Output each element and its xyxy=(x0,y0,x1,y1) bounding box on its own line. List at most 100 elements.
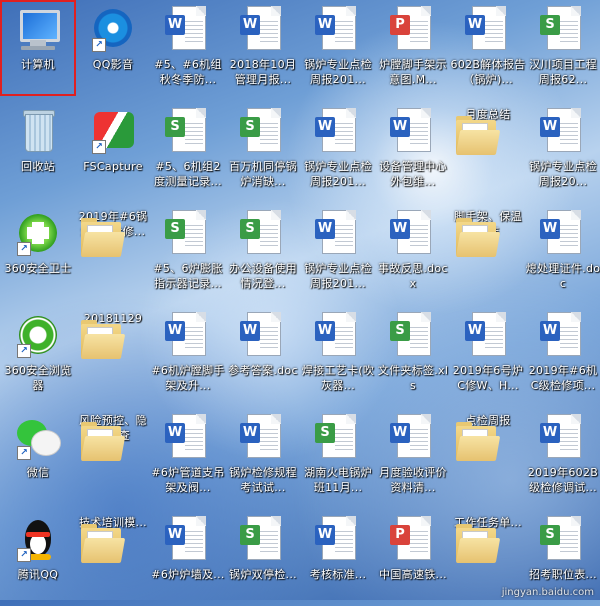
desktop-icon-qq-video[interactable]: ↗ QQ影音 xyxy=(75,0,151,96)
icon-glyph: W xyxy=(540,210,586,256)
icon-glyph: P xyxy=(390,6,436,52)
desktop-icon-folder[interactable]: 风险预控、隐患排查 xyxy=(75,408,151,504)
desktop: 计算机 ↗ QQ影音 W #5、#6机组秋冬季防... W 2018年10月管理月报... W… xyxy=(0,0,600,600)
icon-glyph xyxy=(78,420,126,461)
desktop-icon-document[interactable]: S 汉川项目工程周报62... xyxy=(525,0,600,96)
desktop-icon-document[interactable]: W 2019年#6机C级检修项... xyxy=(525,306,600,402)
desktop-icon-folder[interactable]: 月度总结 xyxy=(450,102,526,198)
desktop-icon-label: 办公设备使用情况登... xyxy=(229,262,297,290)
desktop-icon-document[interactable]: W #5、#6机组秋冬季防... xyxy=(150,0,226,96)
desktop-icon-document[interactable]: W #6炉管道支吊架及阀... xyxy=(150,408,226,504)
desktop-icon-ie[interactable]: ↗ 360安全浏览器 xyxy=(0,306,76,402)
icon-glyph xyxy=(453,114,501,155)
desktop-icon-label: 回收站 xyxy=(21,160,55,173)
desktop-icon-label: 2018年10月管理月报... xyxy=(229,58,297,86)
desktop-icon-document[interactable]: W 锅炉专业点检周报20... xyxy=(525,102,600,198)
desktop-icon-document[interactable]: P 中国高速铁... xyxy=(375,510,451,606)
desktop-icon-label: 参考答案.doc xyxy=(228,364,298,377)
desktop-icon-label: 微信 xyxy=(26,466,50,479)
desktop-icon-document[interactable]: W 2019年602B级检修调试... xyxy=(525,408,600,504)
desktop-icon-s360[interactable]: ↗ 360安全卫士 xyxy=(0,204,76,300)
desktop-icon-document[interactable]: W 锅炉专业点检周报201... xyxy=(300,0,376,96)
file-type-badge: S xyxy=(540,15,560,35)
desktop-icon-document[interactable]: S 湖南火电锅炉班11月... xyxy=(300,408,376,504)
file-type-badge: S xyxy=(540,525,560,545)
file-type-badge: W xyxy=(465,15,485,35)
icon-glyph: W xyxy=(165,6,211,52)
desktop-icon-document[interactable]: S #5、6机组2度测量记录... xyxy=(150,102,226,198)
icon-glyph: S xyxy=(540,6,586,52)
desktop-icon-folder[interactable]: 点检周报 xyxy=(450,408,526,504)
file-type-badge: W xyxy=(465,321,485,341)
folder-icon xyxy=(455,422,501,461)
icon-glyph: W xyxy=(165,312,211,358)
desktop-icon-qq[interactable]: ↗ 腾讯QQ xyxy=(0,510,76,606)
desktop-icon-document[interactable]: W #6炉炉墙及... xyxy=(150,510,226,606)
desktop-icon-document[interactable]: W 焊接工艺卡(吹灰器... xyxy=(300,306,376,402)
desktop-icon-folder[interactable]: 2019年#6锅炉C级检修... xyxy=(75,204,151,300)
desktop-icon-label: 锅炉双停检... xyxy=(229,568,297,581)
desktop-icon-document[interactable]: W 锅炉专业点检周报201... xyxy=(300,204,376,300)
desktop-icon-label: #5、#6机组秋冬季防... xyxy=(154,58,222,86)
desktop-icon-folder[interactable]: 脚手架、保温工作 xyxy=(450,204,526,300)
desktop-icon-document[interactable]: W 熄处理证件.doc xyxy=(525,204,600,300)
file-type-badge: P xyxy=(390,15,410,35)
file-type-badge: W xyxy=(390,117,410,137)
icon-glyph: W xyxy=(315,6,361,52)
file-type-badge: W xyxy=(540,423,560,443)
desktop-icon-document[interactable]: W 事故反思.docx xyxy=(375,204,451,300)
desktop-icon-document[interactable]: W 参考答案.doc xyxy=(225,306,301,402)
desktop-icon-label: 考核标准... xyxy=(309,568,367,581)
icon-glyph: W xyxy=(540,414,586,460)
icon-glyph: P xyxy=(390,516,436,562)
icon-glyph: W xyxy=(315,210,361,256)
desktop-icon-document[interactable]: S #5、6炉膨胀指示器记录... xyxy=(150,204,226,300)
file-type-badge: W xyxy=(390,219,410,239)
desktop-icon-document[interactable]: S 文件夹标签.xls xyxy=(375,306,451,402)
desktop-icon-document[interactable]: W 设备管理中心外包维... xyxy=(375,102,451,198)
desktop-icon-label: 锅炉专业点检周报201... xyxy=(304,262,372,290)
icon-glyph: W xyxy=(465,6,511,52)
desktop-icon-label: 招考职位表... xyxy=(529,568,597,581)
folder-icon xyxy=(455,524,501,563)
desktop-icon-wechat[interactable]: ↗ 微信 xyxy=(0,408,76,504)
desktop-icon-document[interactable]: W 2019年6号炉C修W、H... xyxy=(450,306,526,402)
desktop-icon-folder[interactable]: 20181129 xyxy=(75,306,151,402)
desktop-icon-label: 中国高速铁... xyxy=(379,568,447,581)
desktop-icon-document[interactable]: W 考核标准... xyxy=(300,510,376,606)
desktop-icon-label: 腾讯QQ xyxy=(17,568,59,581)
file-type-badge: W xyxy=(240,321,260,341)
icon-glyph xyxy=(78,318,126,359)
desktop-icon-document[interactable]: S 锅炉双停检... xyxy=(225,510,301,606)
desktop-icon-document[interactable]: P 炉膛脚手架示意图.M... xyxy=(375,0,451,96)
desktop-icon-document[interactable]: S 办公设备使用情况登... xyxy=(225,204,301,300)
desktop-icon-label: 汉川项目工程周报62... xyxy=(529,58,597,86)
icon-glyph xyxy=(453,420,501,461)
desktop-icon-recycle[interactable]: 回收站 xyxy=(0,102,76,198)
desktop-icon-document[interactable]: W 2018年10月管理月报... xyxy=(225,0,301,96)
desktop-icon-label: 事故反思.docx xyxy=(378,262,448,290)
file-type-badge: W xyxy=(315,321,335,341)
icon-glyph: S xyxy=(165,210,211,256)
desktop-icon-document[interactable]: W #6机炉膛脚手架及升... xyxy=(150,306,226,402)
desktop-icon-document[interactable]: W 602B解体报告（锅炉)... xyxy=(450,0,526,96)
desktop-icon-document[interactable]: W 锅炉检修规程考试试... xyxy=(225,408,301,504)
file-type-badge: P xyxy=(390,525,410,545)
shortcut-arrow-icon: ↗ xyxy=(17,446,31,460)
desktop-icon-document[interactable]: S 百万机同停锅炉消缺... xyxy=(225,102,301,198)
desktop-icon-computer[interactable]: 计算机 xyxy=(0,0,76,96)
file-type-badge: W xyxy=(315,117,335,137)
icon-glyph: W xyxy=(240,414,286,460)
desktop-icon-document[interactable]: W 月度验收评价资料清... xyxy=(375,408,451,504)
icon-glyph: ↗ xyxy=(15,312,61,358)
desktop-icon-document[interactable]: W 锅炉专业点检周报201... xyxy=(300,102,376,198)
icon-glyph: W xyxy=(540,312,586,358)
file-type-badge: W xyxy=(315,219,335,239)
file-type-badge: W xyxy=(165,423,185,443)
file-type-badge: W xyxy=(540,219,560,239)
desktop-icon-folder[interactable]: 技术培训模... xyxy=(75,510,151,606)
desktop-icon-label: 360安全浏览器 xyxy=(4,364,72,392)
icon-glyph: W xyxy=(315,108,361,154)
file-type-badge: S xyxy=(165,117,185,137)
desktop-icon-fscap[interactable]: ↗ FSCapture xyxy=(75,102,151,198)
